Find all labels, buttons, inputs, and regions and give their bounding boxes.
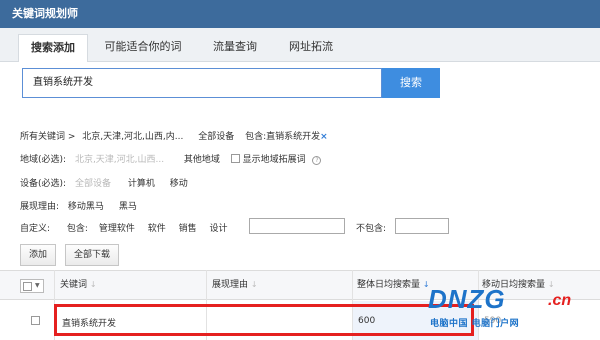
custom-label: 自定义: (20, 224, 51, 234)
site-watermark: DNZG .cn 电脑中国 电脑门户网 (428, 284, 598, 334)
show-expand-checkbox[interactable] (230, 154, 240, 163)
exclude-input[interactable] (395, 218, 449, 234)
tab-suggested-words[interactable]: 可能适合你的词 (96, 34, 190, 62)
app-title: 关键词规划师 (0, 0, 600, 28)
tab-search-add[interactable]: 搜索添加 (18, 34, 88, 62)
include-option-sales[interactable]: 销售 (179, 224, 197, 234)
filter-summary: 所有关键词 > 北京,天津,河北,山西,内... 全部设备 包含:直销系统开发× (20, 129, 328, 142)
add-button[interactable]: 添加 (20, 244, 56, 266)
column-label-keyword: 关键词 (60, 280, 88, 290)
highlight-annotation-box (54, 304, 474, 336)
select-all-dropdown[interactable]: ▼ (20, 279, 44, 293)
help-icon[interactable]: ? (312, 156, 322, 165)
download-all-button[interactable]: 全部下载 (65, 244, 119, 266)
custom-row: 自定义: 包含: 管理软件 软件 销售 设计 (20, 221, 228, 234)
summary-device[interactable]: 全部设备 (198, 132, 234, 142)
device-label: 设备(必选): (20, 179, 67, 189)
region-value[interactable]: 北京,天津,河北,山西... (75, 152, 179, 165)
column-label-overall-search: 整体日均搜索量 (357, 280, 421, 290)
other-regions-link[interactable]: 其他地域 (184, 155, 220, 165)
region-row: 地域(必选): 北京,天津,河北,山西... 其他地域 显示地域拓展词 ? (20, 152, 322, 165)
summary-include[interactable]: 包含:直销系统开发 (245, 132, 320, 142)
chevron-down-icon: ▼ (35, 282, 40, 289)
summary-label: 所有关键词 > (20, 132, 76, 142)
column-header-reason[interactable]: 展现理由 ↓ (212, 271, 258, 301)
reason-label: 展现理由: (20, 202, 60, 212)
close-icon[interactable]: × (320, 132, 328, 142)
reason-row: 展现理由: 移动黑马 黑马 (20, 199, 137, 212)
sort-arrow-icon: ↓ (250, 280, 258, 289)
tab-traffic-query[interactable]: 流量查询 (200, 34, 270, 62)
search-button[interactable]: 搜索 (382, 68, 440, 98)
device-option-mobile[interactable]: 移动 (170, 179, 188, 189)
search-input[interactable]: 直销系统开发 (22, 68, 382, 98)
include-option-mgmt-software[interactable]: 管理软件 (99, 224, 135, 234)
include-label: 包含: (66, 224, 88, 234)
device-row: 设备(必选): 全部设备 计算机 移动 (20, 176, 188, 189)
include-input[interactable] (249, 218, 345, 234)
include-option-software[interactable]: 软件 (148, 224, 166, 234)
watermark-suffix: .cn (548, 292, 572, 309)
show-expand-label: 显示地域拓展词 (242, 155, 306, 165)
reason-option-darkhorse[interactable]: 黑马 (119, 202, 137, 212)
column-header-keyword[interactable]: 关键词 ↓ (60, 271, 97, 301)
device-option-computer[interactable]: 计算机 (128, 179, 155, 189)
sort-arrow-icon: ↓ (89, 280, 97, 289)
select-all-checkbox[interactable] (23, 282, 32, 291)
column-header-overall-search[interactable]: 整体日均搜索量 ↓ (357, 271, 430, 301)
exclude-label: 不包含: (356, 224, 387, 234)
tab-bar: 搜索添加 可能适合你的词 流量查询 网址拓流 (0, 28, 600, 62)
device-option-all[interactable]: 全部设备 (75, 179, 111, 189)
include-option-design[interactable]: 设计 (210, 224, 228, 234)
row-checkbox[interactable] (31, 316, 40, 325)
region-label: 地域(必选): (20, 155, 67, 165)
watermark-logo: DNZG (428, 284, 506, 314)
reason-option-mobile-darkhorse[interactable]: 移动黑马 (68, 202, 104, 212)
column-label-reason: 展现理由 (212, 280, 249, 290)
summary-region[interactable]: 北京,天津,河北,山西,内... (82, 132, 183, 142)
tab-url-expand[interactable]: 网址拓流 (276, 34, 346, 62)
watermark-subtitle: 电脑中国 电脑门户网 (430, 319, 520, 329)
